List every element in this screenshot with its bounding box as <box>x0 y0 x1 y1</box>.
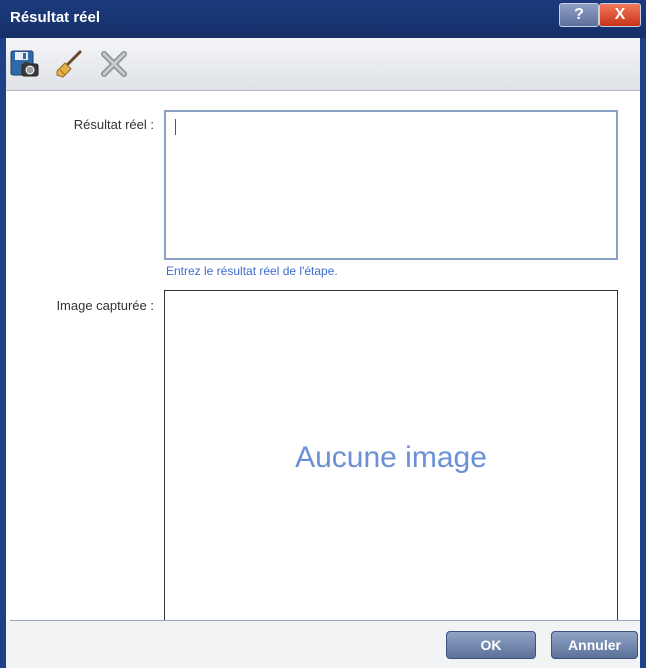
toolbar <box>6 38 640 91</box>
save-screenshot-icon <box>10 50 39 77</box>
captured-image-label: Image capturée : <box>56 298 154 313</box>
clear-brush-icon <box>56 50 82 78</box>
delete-button[interactable] <box>98 48 130 80</box>
help-button[interactable]: ? <box>559 3 599 27</box>
title-bar[interactable]: Résultat réel ? X <box>0 0 646 38</box>
cancel-button[interactable]: Annuler <box>551 631 638 659</box>
no-image-text: Aucune image <box>295 441 487 474</box>
dialog-footer: OK Annuler <box>6 621 640 668</box>
text-caret <box>175 119 176 135</box>
actual-result-label: Résultat réel : <box>73 117 154 132</box>
dialog-title: Résultat réel <box>10 9 101 26</box>
save-screenshot-button[interactable] <box>8 48 40 80</box>
captured-image-area[interactable]: Aucune image <box>164 290 618 626</box>
actual-result-dialog: Résultat réel ? X Résultat réel: Entrez… <box>0 0 646 668</box>
actual-result-hint: Entrez le résultat réel de l'étape. <box>166 264 338 278</box>
close-icon: X <box>614 6 626 23</box>
clear-button[interactable] <box>52 48 84 80</box>
delete-icon <box>101 51 127 77</box>
close-button[interactable]: X <box>599 3 641 27</box>
help-icon: ? <box>574 6 584 23</box>
ok-button[interactable]: OK <box>446 631 536 659</box>
actual-result-input[interactable] <box>164 110 618 260</box>
